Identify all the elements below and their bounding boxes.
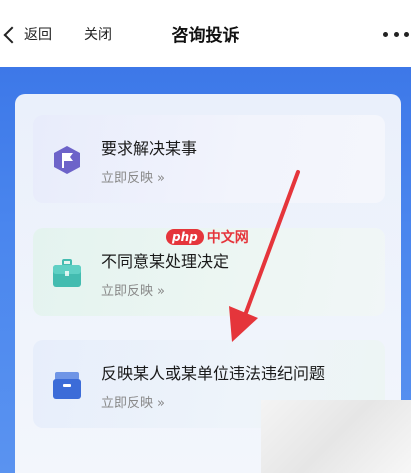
card-resolve-matter[interactable]: 要求解决某事 立即反映» [33,115,385,203]
status-bar [0,0,411,10]
double-chevron-right-icon: » [157,396,165,411]
dot-icon [383,31,388,37]
inbox-icon [53,372,81,399]
double-chevron-right-icon: » [157,171,165,186]
dot-icon [404,31,409,37]
card-title: 反映某人或某单位违法违纪问题 [101,364,326,383]
dot-icon [393,31,399,37]
watermark-text: 中文网 [206,230,249,246]
blurred-region [261,400,411,473]
card-title: 要求解决某事 [101,139,198,158]
card-action-label: 立即反映 [101,284,154,299]
card-action[interactable]: 立即反映» [101,392,165,411]
briefcase-icon [53,259,81,287]
watermark-badge: php [166,229,204,245]
page-title: 咨询投诉 [171,26,240,46]
card-title: 不同意某处理决定 [101,252,230,271]
card-action-label: 立即反映 [101,171,154,186]
watermark: php 中文网 [166,226,249,248]
card-action[interactable]: 立即反映» [101,280,165,299]
flag-icon [54,146,80,174]
double-chevron-right-icon: » [157,284,165,299]
more-options-button[interactable] [383,22,409,46]
card-action[interactable]: 立即反映» [101,167,165,186]
card-action-label: 立即反映 [101,396,154,411]
